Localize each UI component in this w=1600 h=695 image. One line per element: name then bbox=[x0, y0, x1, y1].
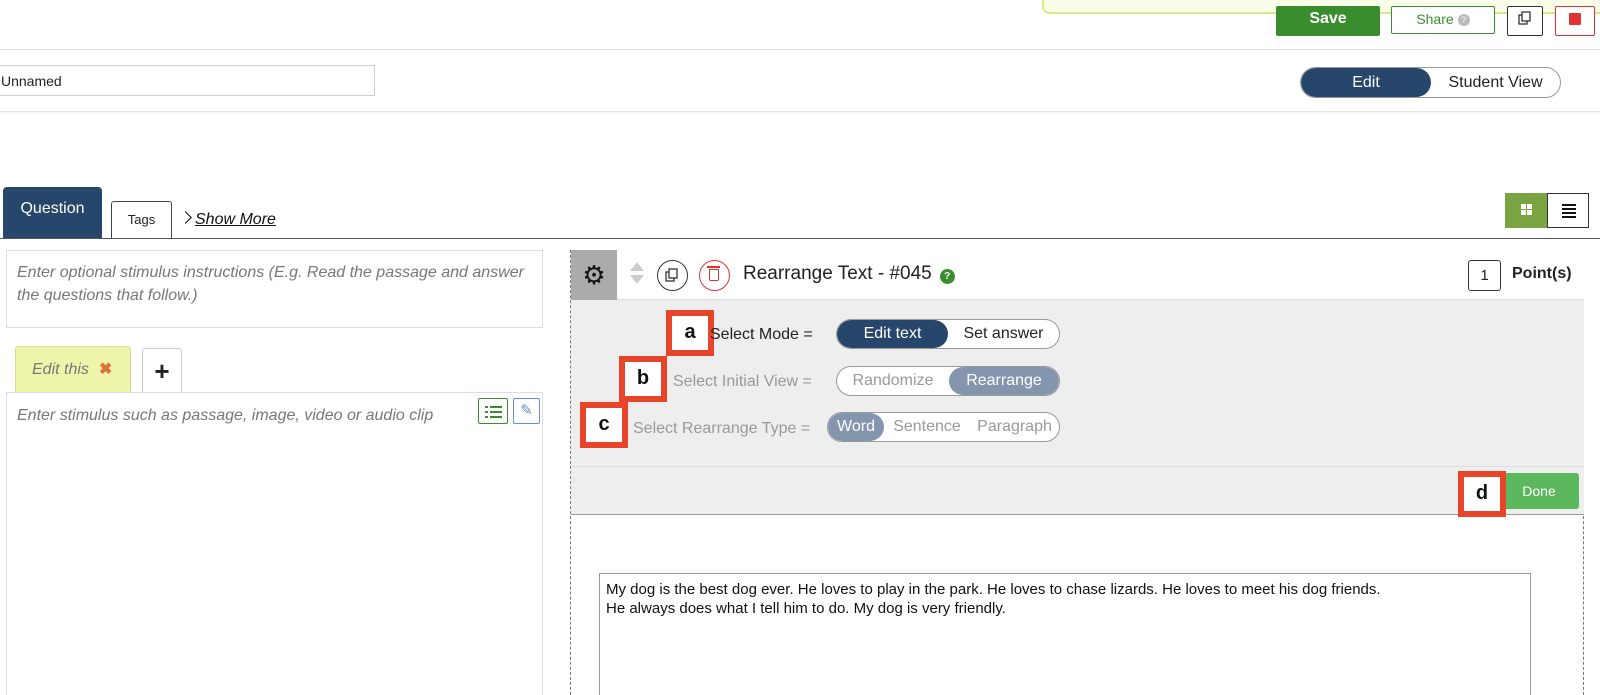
duplicate-button[interactable] bbox=[1507, 6, 1543, 36]
duplicate-question-button[interactable] bbox=[657, 260, 688, 291]
passage-line: My dog is the best dog ever. He loves to… bbox=[606, 581, 1381, 598]
gear-icon[interactable]: ⚙ bbox=[571, 250, 617, 300]
show-more-label: Show More bbox=[195, 211, 276, 228]
question-panel: ⚙ Rearrange Text - #045? Point(s) a Sele… bbox=[570, 250, 1584, 695]
question-settings: a Select Mode = Edit text Set answer b S… bbox=[571, 300, 1584, 517]
view-toggle: Edit Student View bbox=[1300, 67, 1561, 98]
points-label: Point(s) bbox=[1512, 265, 1572, 282]
select-mode-toggle: Edit text Set answer bbox=[836, 319, 1060, 349]
settings-divider bbox=[571, 466, 1584, 467]
delete-question-button[interactable] bbox=[699, 260, 730, 291]
show-more-link[interactable]: Show More bbox=[179, 211, 276, 229]
list-layout-button[interactable] bbox=[1547, 193, 1589, 228]
question-title-text: Rearrange Text - #045 bbox=[743, 263, 932, 284]
chevron-right-icon bbox=[179, 211, 192, 224]
marker-b: b bbox=[619, 356, 667, 402]
save-button[interactable]: Save bbox=[1276, 6, 1380, 36]
rearrange-type-option-paragraph[interactable]: Paragraph bbox=[970, 413, 1059, 441]
passage-text-editor[interactable]: My dog is the best dog ever. He loves to… bbox=[599, 573, 1531, 695]
item-name-input[interactable] bbox=[0, 65, 375, 96]
done-button[interactable]: Done bbox=[1499, 473, 1579, 509]
add-stimulus-tab-button[interactable]: + bbox=[142, 348, 182, 392]
select-initial-view-label: Select Initial View = bbox=[673, 373, 812, 390]
plus-icon: + bbox=[154, 356, 170, 386]
stimulus-instructions-field[interactable]: Enter optional stimulus instructions (E.… bbox=[6, 250, 543, 328]
stimulus-editor[interactable]: Enter stimulus such as passage, image, v… bbox=[6, 392, 543, 695]
question-title: Rearrange Text - #045? bbox=[743, 263, 955, 285]
initial-view-option-randomize[interactable]: Randomize bbox=[837, 367, 949, 395]
initial-view-option-rearrange[interactable]: Rearrange bbox=[949, 367, 1059, 395]
student-view-option[interactable]: Student View bbox=[1431, 68, 1560, 97]
duplicate-icon bbox=[665, 268, 678, 282]
tab-question[interactable]: Question bbox=[3, 187, 102, 238]
sort-arrows-icon[interactable] bbox=[630, 262, 644, 288]
close-icon[interactable]: ✖ bbox=[99, 361, 112, 378]
tab-divider bbox=[0, 238, 1600, 239]
share-label: Share bbox=[1416, 11, 1454, 27]
name-row: Edit Student View bbox=[0, 50, 1600, 112]
points-input[interactable] bbox=[1468, 260, 1501, 291]
stimulus-tab-label: Edit this bbox=[32, 361, 89, 378]
select-initial-view-toggle: Randomize Rearrange bbox=[836, 366, 1060, 396]
stimulus-tab[interactable]: Edit this ✖ bbox=[15, 346, 131, 392]
stimulus-placeholder: Enter stimulus such as passage, image, v… bbox=[17, 407, 434, 424]
select-rearrange-type-label: Select Rearrange Type = bbox=[633, 420, 811, 437]
select-rearrange-type-toggle: Word Sentence Paragraph bbox=[827, 412, 1060, 442]
marker-a: a bbox=[666, 310, 714, 356]
list-icon[interactable] bbox=[478, 398, 508, 424]
rearrange-type-option-word[interactable]: Word bbox=[828, 413, 884, 441]
trash-icon bbox=[1569, 13, 1581, 25]
marker-c: c bbox=[580, 402, 628, 448]
question-icon[interactable]: ? bbox=[939, 269, 955, 284]
duplicate-icon bbox=[1518, 11, 1531, 25]
marker-d: d bbox=[1458, 471, 1506, 517]
share-help-icon[interactable]: ? bbox=[1457, 14, 1470, 26]
pencil-icon[interactable]: ✎ bbox=[513, 398, 540, 424]
mode-option-edit-text[interactable]: Edit text bbox=[837, 320, 948, 348]
share-button[interactable]: Share? bbox=[1391, 6, 1495, 34]
question-header: ⚙ Rearrange Text - #045? Point(s) bbox=[571, 250, 1584, 300]
mode-option-set-answer[interactable]: Set answer bbox=[948, 320, 1059, 348]
top-toolbar: Save Share? bbox=[0, 0, 1600, 50]
grid-layout-button[interactable] bbox=[1505, 193, 1547, 228]
tab-tags[interactable]: Tags bbox=[111, 201, 172, 238]
select-mode-label: Select Mode = bbox=[710, 326, 813, 343]
rearrange-type-option-sentence[interactable]: Sentence bbox=[884, 413, 970, 441]
trash-icon bbox=[707, 266, 720, 281]
edit-view-option[interactable]: Edit bbox=[1301, 68, 1431, 97]
passage-line: He always does what I tell him to do. My… bbox=[606, 600, 1006, 617]
delete-button[interactable] bbox=[1555, 6, 1595, 36]
